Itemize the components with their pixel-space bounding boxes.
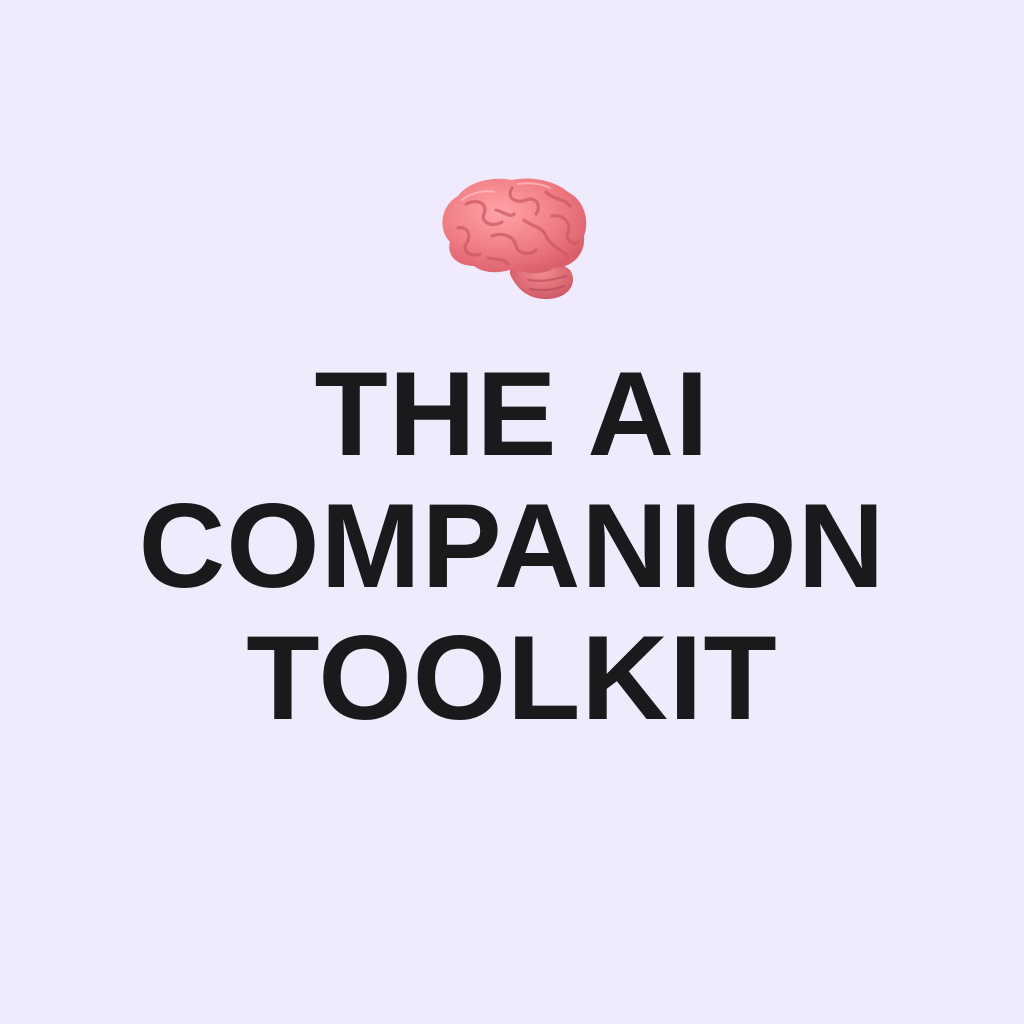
title-line-2: COMPANION bbox=[138, 479, 886, 613]
page-title: THE AI COMPANION TOOLKIT bbox=[0, 348, 1024, 744]
title-line-1: THE AI bbox=[314, 347, 710, 481]
brain-icon bbox=[442, 178, 587, 300]
title-line-3: TOOLKIT bbox=[246, 611, 778, 745]
